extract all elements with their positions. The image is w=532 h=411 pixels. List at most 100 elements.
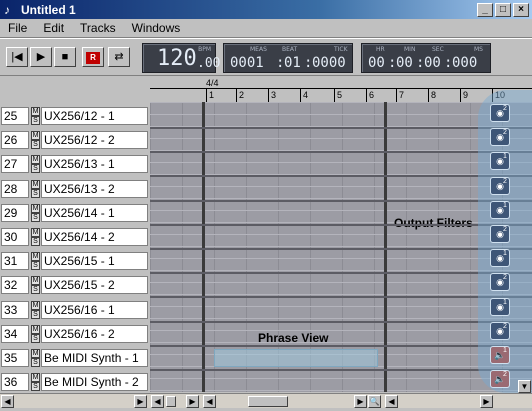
close-button[interactable]: × [513, 2, 529, 17]
track-name[interactable]: UX256/16 - 2 [41, 324, 148, 343]
track-name[interactable]: UX256/16 - 1 [41, 300, 148, 319]
maximize-button[interactable]: □ [495, 2, 511, 17]
track-row[interactable]: 34 M S UX256/16 - 2 [0, 322, 150, 346]
record-button[interactable]: R [82, 47, 104, 67]
scroll-left-button[interactable]: ◀ [1, 395, 14, 408]
menu-edit[interactable]: Edit [35, 21, 72, 35]
scroll-down-button[interactable]: ▼ [518, 380, 531, 393]
phrase-left-hscroll[interactable]: ◀ ▶ [150, 393, 202, 408]
speaker-icon[interactable]: 🔈 [490, 346, 510, 364]
track-row[interactable]: 28 M S UX256/13 - 2 [0, 177, 150, 201]
track-row[interactable]: 31 M S UX256/15 - 1 [0, 249, 150, 273]
zoom-icon[interactable]: 🔍 [368, 395, 381, 408]
mute-button[interactable]: M [31, 179, 40, 189]
track-row[interactable]: 26 M S UX256/12 - 2 [0, 128, 150, 152]
solo-button[interactable]: S [31, 188, 40, 198]
solo-button[interactable]: S [31, 333, 40, 343]
mute-button[interactable]: M [31, 324, 40, 334]
mute-button[interactable]: M [31, 131, 40, 141]
mute-button[interactable]: M [31, 349, 40, 358]
scroll-left-button[interactable]: ◀ [385, 395, 398, 408]
scroll-left-button[interactable]: ◀ [203, 395, 216, 408]
scroll-thumb[interactable] [248, 396, 288, 407]
speaker-icon[interactable]: 🔈 [490, 370, 510, 389]
track-name[interactable]: UX256/15 - 1 [41, 252, 148, 271]
track-row[interactable]: 36 M S Be MIDI Synth - 2 [0, 370, 150, 394]
solo-button[interactable]: S [31, 140, 40, 150]
pane-divider[interactable] [384, 102, 387, 392]
globe-icon[interactable]: ◉ [490, 152, 510, 171]
track-row[interactable]: 33 M S UX256/16 - 1 [0, 298, 150, 322]
scroll-right-button[interactable]: ▶ [134, 395, 147, 408]
track-row[interactable]: 32 M S UX256/15 - 2 [0, 273, 150, 297]
globe-icon[interactable]: ◉ [490, 200, 510, 219]
playhead-line[interactable] [202, 102, 205, 392]
mute-button[interactable]: M [31, 107, 40, 116]
stop-button[interactable]: ■ [54, 47, 76, 67]
scroll-right-button[interactable]: ▶ [354, 395, 367, 408]
solo-button[interactable]: S [31, 285, 40, 295]
track-name[interactable]: UX256/14 - 1 [41, 203, 148, 222]
solo-button[interactable]: S [31, 309, 40, 319]
globe-icon[interactable]: ◉ [490, 249, 510, 268]
track-number: 28 [1, 179, 29, 198]
filters-hscroll[interactable]: ◀ ▶ [384, 393, 532, 408]
scroll-right-button[interactable]: ▶ [186, 395, 199, 408]
mute-button[interactable]: M [31, 300, 40, 310]
vertical-scrollbar[interactable]: ▼ [518, 102, 532, 393]
solo-button[interactable]: S [31, 237, 40, 246]
track-name[interactable]: UX256/15 - 2 [41, 276, 148, 295]
track-list-hscroll[interactable]: ◀ ▶ [0, 393, 150, 408]
measure-ruler[interactable]: 4/4 1 2 3 4 5 6 7 8 9 10 [150, 76, 532, 102]
phrase-main-hscroll[interactable]: ◀ ▶ 🔍 [202, 393, 384, 408]
track-name[interactable]: UX256/12 - 1 [41, 107, 148, 125]
solo-button[interactable]: S [31, 358, 40, 367]
globe-icon[interactable]: ◉ [490, 104, 510, 122]
play-button[interactable]: ▶ [30, 47, 52, 67]
menu-tracks[interactable]: Tracks [72, 21, 124, 35]
mute-button[interactable]: M [31, 228, 40, 237]
track-name[interactable]: UX256/13 - 2 [41, 179, 148, 198]
phrase-region[interactable] [214, 349, 378, 367]
solo-button[interactable]: S [31, 164, 40, 174]
minimize-button[interactable]: _ [477, 2, 493, 17]
scroll-left-button[interactable]: ◀ [151, 395, 164, 408]
rewind-button[interactable]: |◀ [6, 47, 28, 67]
ruler-tick [268, 88, 269, 102]
track-name[interactable]: UX256/14 - 2 [41, 228, 148, 246]
globe-icon[interactable]: ◉ [490, 273, 510, 292]
loop-button[interactable]: ⇄ [108, 47, 130, 67]
scroll-right-button[interactable]: ▶ [480, 395, 493, 408]
globe-icon[interactable]: ◉ [490, 297, 510, 316]
tempo-display[interactable]: BPM 120 .00 [142, 43, 220, 73]
solo-button[interactable]: S [31, 261, 40, 271]
track-name[interactable]: Be MIDI Synth - 2 [41, 373, 148, 392]
track-name[interactable]: Be MIDI Synth - 1 [41, 349, 148, 367]
globe-icon[interactable]: ◉ [490, 225, 510, 243]
solo-button[interactable]: S [31, 116, 40, 125]
sec-value: 00 [424, 55, 441, 71]
track-row[interactable]: 35 M S Be MIDI Synth - 1 [0, 346, 150, 370]
track-number: 29 [1, 203, 29, 222]
mute-button[interactable]: M [31, 373, 40, 383]
mute-button[interactable]: M [31, 276, 40, 286]
mute-button[interactable]: M [31, 252, 40, 262]
menu-windows[interactable]: Windows [124, 21, 189, 35]
mute-button[interactable]: M [31, 155, 40, 165]
track-name[interactable]: UX256/12 - 2 [41, 131, 148, 150]
filter-number: 1 [503, 201, 507, 209]
globe-icon[interactable]: ◉ [490, 321, 510, 340]
track-row[interactable]: 25 M S UX256/12 - 1 [0, 104, 150, 128]
track-row[interactable]: 27 M S UX256/13 - 1 [0, 152, 150, 176]
track-row[interactable]: 30 M S UX256/14 - 2 [0, 225, 150, 249]
solo-button[interactable]: S [31, 212, 40, 222]
track-row[interactable]: 29 M S UX256/14 - 1 [0, 201, 150, 225]
mute-button[interactable]: M [31, 203, 40, 213]
globe-icon[interactable]: ◉ [490, 128, 510, 147]
scroll-thumb[interactable] [166, 396, 176, 407]
track-name[interactable]: UX256/13 - 1 [41, 155, 148, 174]
menu-file[interactable]: File [0, 21, 35, 35]
solo-button[interactable]: S [31, 382, 40, 392]
phrase-view[interactable]: Phrase View Output Filters [150, 102, 532, 392]
globe-icon[interactable]: ◉ [490, 176, 510, 195]
